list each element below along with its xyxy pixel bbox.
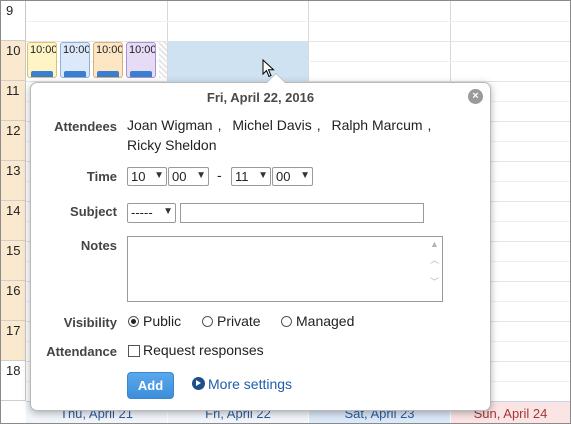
- attendance-label: Attendance: [46, 344, 117, 359]
- time-separator: -: [217, 167, 222, 183]
- end-hour-select[interactable]: 11 ▼: [231, 167, 271, 186]
- event-status-bar: [64, 71, 86, 77]
- hour-label: 11: [1, 81, 25, 121]
- chevron-down-icon: ▼: [154, 170, 164, 181]
- event-time: 10:00: [63, 44, 90, 56]
- selected-time-slot[interactable]: [168, 41, 308, 83]
- subject-category-select[interactable]: ----- ▼: [127, 203, 176, 223]
- subject-input[interactable]: [180, 203, 424, 223]
- subject-label: Subject: [70, 204, 117, 219]
- hour-label: 18: [1, 361, 25, 401]
- add-button[interactable]: Add: [127, 372, 174, 399]
- visibility-private-radio[interactable]: [202, 316, 213, 327]
- event-time: 10:00: [30, 44, 57, 56]
- start-minute-value: 00: [172, 169, 187, 184]
- overflow-hatch: [159, 42, 167, 78]
- calendar-window: 9 10 11 12 13 14 15 16 17 18 10:00 10:00…: [0, 0, 571, 424]
- chevron-down-icon: ▼: [300, 170, 310, 181]
- visibility-public-radio[interactable]: [128, 316, 139, 327]
- event-status-bar: [130, 71, 152, 77]
- scroll-up-icon[interactable]: ▲: [430, 239, 439, 249]
- hour-column: 9 10 11 12 13 14 15 16 17 18: [1, 1, 26, 401]
- chevron-down-icon: ▼: [196, 170, 206, 181]
- start-hour-value: 10: [131, 169, 146, 184]
- more-settings-icon[interactable]: [192, 377, 205, 390]
- hour-label: 16: [1, 281, 25, 321]
- scroll-down-icon[interactable]: ﹀: [430, 275, 439, 288]
- attendee[interactable]: Joan Wigman: [127, 117, 213, 133]
- end-minute-select[interactable]: 00 ▼: [272, 167, 313, 186]
- attendee-separator: ,: [217, 117, 222, 133]
- request-responses-checkbox[interactable]: [128, 345, 140, 357]
- event-status-bar: [97, 71, 119, 77]
- more-settings-link[interactable]: More settings: [208, 376, 292, 392]
- attendees-list: Joan Wigman, Michel Davis, Ralph Marcum,…: [127, 115, 467, 155]
- hour-label: 12: [1, 121, 25, 161]
- chevron-down-icon: ▼: [258, 170, 268, 181]
- notes-scrollbar[interactable]: ▲ ︿ ﹀: [427, 237, 442, 301]
- calendar-event[interactable]: 10:00: [126, 42, 156, 78]
- attendee-separator: ,: [427, 117, 432, 133]
- hour-label: 17: [1, 321, 25, 361]
- start-minute-select[interactable]: 00 ▼: [168, 167, 209, 186]
- event-status-bar: [31, 71, 53, 77]
- visibility-label: Visibility: [63, 315, 117, 330]
- visibility-private-label[interactable]: Private: [217, 313, 261, 329]
- notes-label: Notes: [80, 238, 117, 253]
- event-time: 10:00: [129, 44, 156, 56]
- calendar-event[interactable]: 10:00: [27, 42, 57, 78]
- hour-label: 10: [1, 41, 25, 81]
- chevron-down-icon: ▼: [163, 206, 173, 217]
- scroll-up-icon[interactable]: ︿: [430, 253, 439, 266]
- popup-title: Fri, April 22, 2016: [206, 90, 315, 105]
- request-responses-label[interactable]: Request responses: [143, 342, 264, 358]
- visibility-managed-label[interactable]: Managed: [296, 313, 354, 329]
- grid-line: [26, 21, 570, 22]
- end-minute-value: 00: [276, 169, 291, 184]
- end-hour-value: 11: [235, 169, 249, 184]
- attendee[interactable]: Michel Davis: [232, 117, 311, 133]
- time-label: Time: [86, 169, 117, 184]
- close-icon[interactable]: ×: [468, 89, 483, 104]
- attendee[interactable]: Ralph Marcum: [332, 117, 423, 133]
- attendees-label: Attendees: [54, 119, 117, 134]
- new-appointment-popup: Fri, April 22, 2016 × Attendees Joan Wig…: [30, 73, 491, 411]
- hour-label: 15: [1, 241, 25, 281]
- visibility-public-label[interactable]: Public: [143, 313, 181, 329]
- mouse-cursor-icon: [262, 59, 275, 78]
- start-hour-select[interactable]: 10 ▼: [127, 167, 167, 186]
- attendee[interactable]: Ricky Sheldon: [127, 137, 217, 153]
- hour-label: 9: [1, 1, 25, 41]
- hour-label: 14: [1, 201, 25, 241]
- calendar-event[interactable]: 10:00: [60, 42, 90, 78]
- hour-label: 13: [1, 161, 25, 201]
- event-time: 10:00: [96, 44, 123, 56]
- visibility-managed-radio[interactable]: [281, 316, 292, 327]
- notes-textarea[interactable]: ▲ ︿ ﹀: [127, 236, 443, 302]
- attendee-separator: ,: [316, 117, 321, 133]
- calendar-event[interactable]: 10:00: [93, 42, 123, 78]
- subject-category-value: -----: [131, 205, 153, 220]
